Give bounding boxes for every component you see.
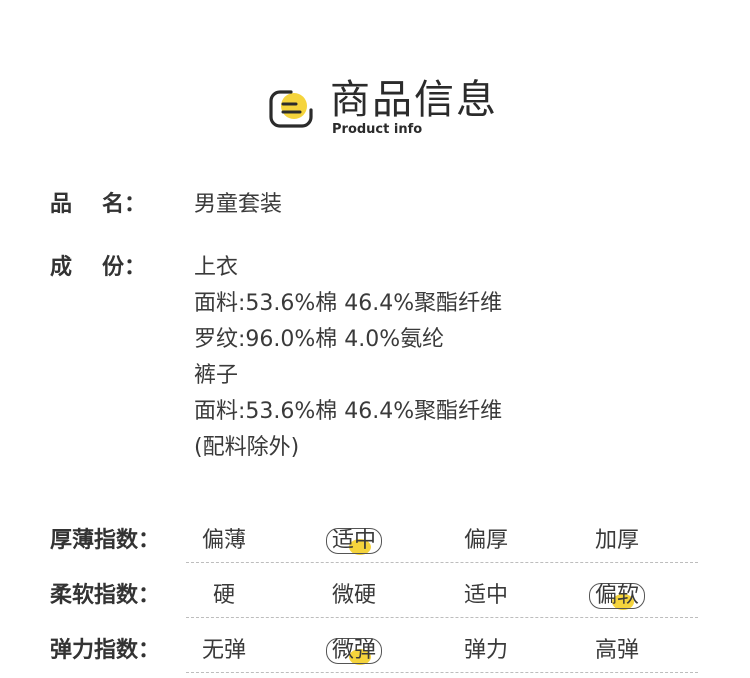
option-text: 适中	[463, 583, 508, 608]
elasticity-option: 弹力	[431, 638, 541, 664]
product-name-label: 品 名：	[50, 192, 146, 218]
option-text: 无弹	[201, 638, 246, 663]
thickness-option: 偏厚	[431, 528, 541, 554]
option-text: 偏软	[588, 583, 645, 610]
option-text: 适中	[325, 528, 382, 555]
option-text: 加厚	[594, 528, 639, 553]
section-header: 商品信息 Product info	[268, 76, 528, 140]
composition-label-b: 份：	[102, 255, 147, 280]
softness-option-selected: 偏软	[562, 583, 672, 610]
softness-option: 适中	[431, 583, 541, 609]
composition-line: 面料:53.6%棉 46.4%聚酯纤维	[194, 399, 503, 424]
divider	[186, 562, 698, 563]
thickness-option-selected: 适中	[299, 528, 409, 555]
page-subtitle: Product info	[332, 122, 423, 137]
elasticity-index-label: 弹力指数：	[50, 638, 161, 663]
thickness-index-row: 厚薄指数： 偏薄 适中 偏厚 加厚	[0, 528, 750, 568]
document-lines-icon	[269, 90, 313, 128]
composition-label-a: 成	[50, 255, 73, 280]
option-text: 偏薄	[201, 528, 246, 553]
option-text: 高弹	[594, 638, 639, 663]
softness-option: 微硬	[299, 583, 409, 609]
composition-line: 罗纹:96.0%棉 4.0%氨纶	[194, 327, 445, 352]
softness-index-label: 柔软指数：	[50, 583, 161, 608]
option-text: 微弹	[325, 638, 382, 665]
composition-line: (配料除外)	[194, 435, 300, 460]
divider	[186, 617, 698, 618]
elasticity-option-selected: 微弹	[299, 638, 409, 665]
composition-label: 成 份：	[50, 255, 146, 281]
elasticity-index-row: 弹力指数： 无弹 微弹 弹力 高弹	[0, 638, 750, 678]
page-title: 商品信息	[330, 77, 498, 123]
option-text: 偏厚	[463, 528, 508, 553]
product-name-value: 男童套装	[194, 192, 283, 217]
composition-line: 裤子	[194, 363, 239, 388]
product-name-label-a: 品	[50, 192, 73, 217]
elasticity-option: 无弹	[169, 638, 279, 664]
option-text: 弹力	[463, 638, 508, 663]
composition-line: 上衣	[194, 255, 239, 280]
divider	[186, 672, 698, 673]
product-name-label-b: 名：	[102, 192, 147, 217]
option-text: 硬	[212, 583, 235, 608]
composition-line: 面料:53.6%棉 46.4%聚酯纤维	[194, 291, 503, 316]
composition-lines: 上衣 面料:53.6%棉 46.4%聚酯纤维 罗纹:96.0%棉 4.0%氨纶 …	[194, 255, 502, 471]
option-text: 微硬	[331, 583, 376, 608]
thickness-option: 加厚	[562, 528, 672, 554]
thickness-option: 偏薄	[169, 528, 279, 554]
elasticity-option: 高弹	[562, 638, 672, 664]
softness-index-row: 柔软指数： 硬 微硬 适中 偏软	[0, 583, 750, 623]
thickness-index-label: 厚薄指数：	[50, 528, 161, 553]
softness-option: 硬	[169, 583, 279, 609]
